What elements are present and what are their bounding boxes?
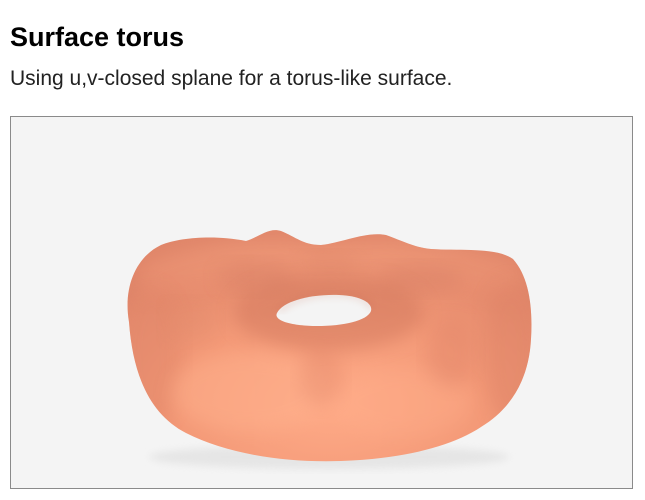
3d-viewer-canvas[interactable] bbox=[10, 116, 633, 489]
torus-surface-render bbox=[127, 230, 532, 469]
page-title: Surface torus bbox=[10, 22, 185, 52]
page-subtitle: Using u,v-closed splane for a torus-like… bbox=[10, 67, 453, 90]
torus-body bbox=[127, 230, 532, 462]
